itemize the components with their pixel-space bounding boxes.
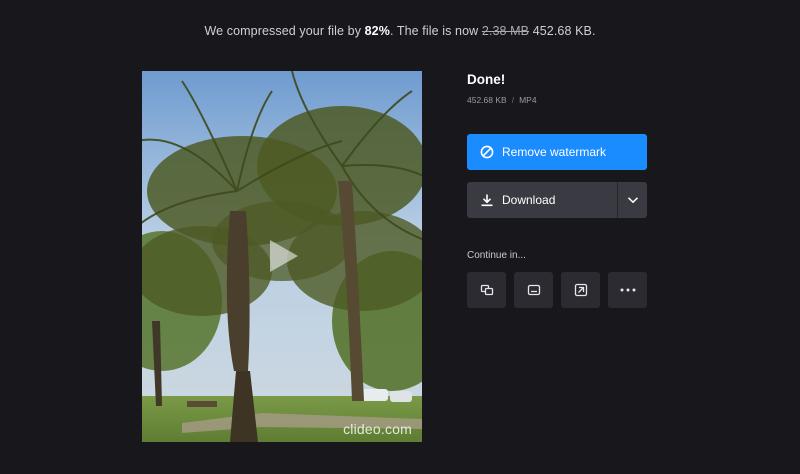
download-icon <box>481 194 493 207</box>
video-preview[interactable]: clideo.com <box>142 71 422 442</box>
compression-percent: 82% <box>364 24 390 38</box>
merge-tool-button[interactable] <box>467 272 506 308</box>
new-size: 452.68 KB. <box>532 24 596 38</box>
merge-icon <box>480 284 493 296</box>
file-meta: 452.68 KB / MP4 <box>467 95 647 105</box>
resize-tool-button[interactable] <box>561 272 600 308</box>
subtitles-tool-button[interactable] <box>514 272 553 308</box>
subtitles-icon <box>527 284 540 296</box>
original-size: 2.38 MB <box>481 24 530 38</box>
continue-tools <box>467 272 647 308</box>
file-format: MP4 <box>519 95 537 105</box>
remove-watermark-button[interactable]: Remove watermark <box>467 134 647 170</box>
resize-icon <box>574 283 587 297</box>
play-button[interactable] <box>262 236 302 276</box>
no-watermark-icon <box>480 145 494 159</box>
chevron-down-icon <box>627 197 638 204</box>
watermark-text: clideo.com <box>343 421 412 437</box>
compress-result-page: We compressed your file by 82%. The file… <box>0 0 800 474</box>
done-title: Done! <box>467 72 506 87</box>
summary-prefix: We compressed your file by <box>204 24 365 38</box>
continue-label: Continue in... <box>467 250 526 261</box>
meta-separator: / <box>511 95 515 105</box>
download-label: Download <box>502 193 556 207</box>
download-button[interactable]: Download <box>467 182 617 218</box>
more-tools-button[interactable] <box>608 272 647 308</box>
play-icon <box>270 240 298 272</box>
summary-middle: . The file is now <box>389 24 482 38</box>
download-button-group: Download <box>467 182 647 218</box>
file-size: 452.68 KB <box>467 95 507 105</box>
download-options-button[interactable] <box>617 182 647 218</box>
remove-watermark-label: Remove watermark <box>502 145 607 159</box>
compression-summary: We compressed your file by 82%. The file… <box>0 24 800 38</box>
more-icon <box>620 288 635 292</box>
result-panel: Done! 452.68 KB / MP4 Remove watermark Dow… <box>467 72 647 308</box>
